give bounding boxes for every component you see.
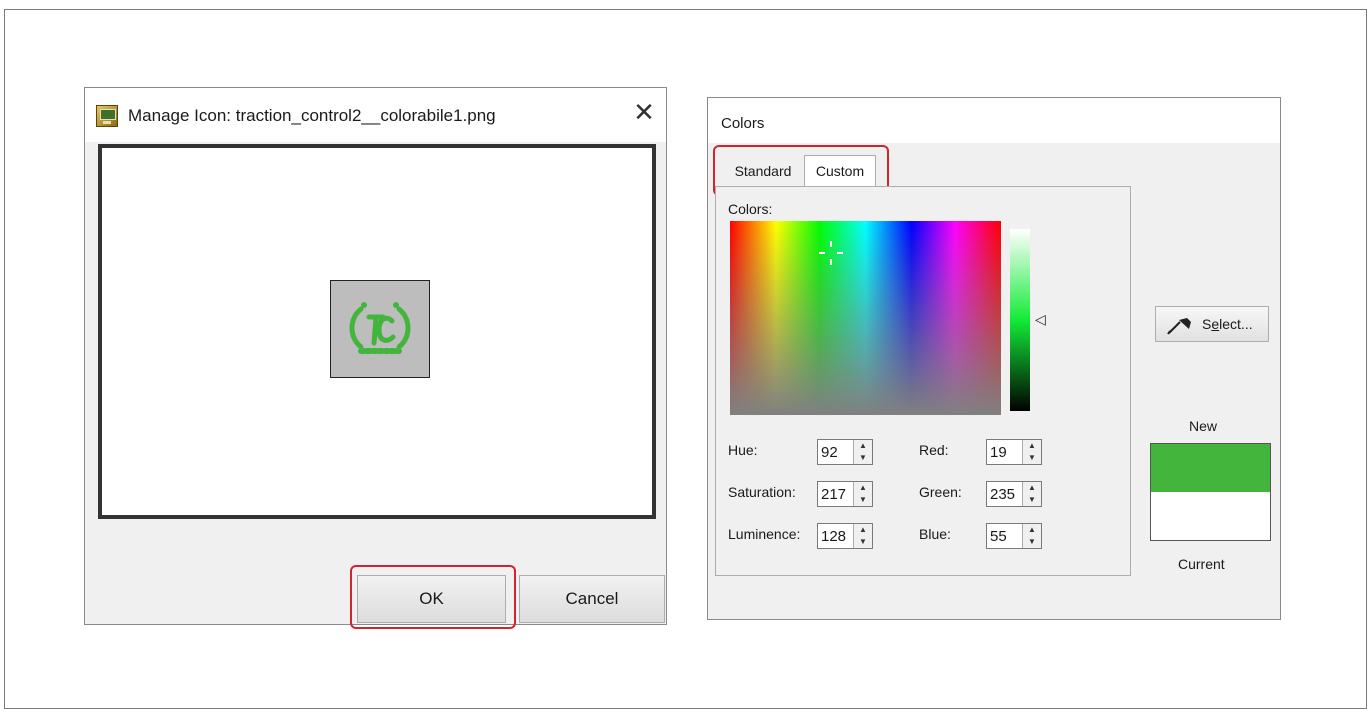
blue-stepper[interactable]: 55 ▲ ▼ (986, 523, 1042, 549)
luminence-value[interactable]: 128 (821, 528, 846, 545)
current-color-label: Current (1178, 556, 1225, 572)
red-value[interactable]: 19 (990, 444, 1007, 461)
spin-arrows-icon[interactable]: ▲ ▼ (853, 482, 872, 506)
red-stepper[interactable]: 19 ▲ ▼ (986, 439, 1042, 465)
app-icon (96, 105, 118, 127)
colors-label: Colors: (728, 201, 773, 217)
select-color-button[interactable]: Select... (1155, 306, 1269, 342)
saturation-label: Saturation: (728, 484, 796, 500)
hue-value[interactable]: 92 (821, 444, 838, 461)
icon-preview-tile (330, 280, 430, 378)
dialog-title: Colors (721, 115, 765, 132)
blue-label: Blue: (919, 526, 951, 542)
new-color-swatch (1150, 443, 1271, 492)
crosshair-icon (819, 241, 843, 265)
close-icon[interactable]: ✕ (632, 99, 656, 125)
eyedropper-icon (1167, 318, 1191, 335)
traction-control-icon (349, 302, 411, 354)
ok-button-highlight (350, 565, 516, 629)
spin-arrows-icon[interactable]: ▲ ▼ (853, 524, 872, 548)
luminance-slider[interactable] (1010, 229, 1030, 411)
spin-arrows-icon[interactable]: ▲ ▼ (1022, 524, 1041, 548)
select-button-label[interactable]: Select... (1202, 316, 1253, 332)
spin-arrows-icon[interactable]: ▲ ▼ (853, 440, 872, 464)
saturation-stepper[interactable]: 217 ▲ ▼ (817, 481, 873, 507)
green-stepper[interactable]: 235 ▲ ▼ (986, 481, 1042, 507)
custom-tab-panel: Colors: ◁ Hue: 92 ▲ ▼ Saturation: 217 ▲ ▼ … (715, 186, 1131, 576)
hue-stepper[interactable]: 92 ▲ ▼ (817, 439, 873, 465)
title-bar: Manage Icon: traction_control2__colorabi… (85, 88, 666, 142)
saturation-value[interactable]: 217 (821, 486, 846, 503)
luminence-label: Luminence: (728, 526, 801, 542)
spin-arrows-icon[interactable]: ▲ ▼ (1022, 482, 1041, 506)
blue-value[interactable]: 55 (990, 528, 1007, 545)
dialog-title: Manage Icon: traction_control2__colorabi… (128, 106, 496, 125)
title-bar: Colors (708, 98, 1280, 143)
icon-preview-area (98, 144, 656, 519)
color-spectrum[interactable] (730, 221, 1001, 415)
hue-label: Hue: (728, 442, 758, 458)
new-color-label: New (1189, 418, 1218, 434)
manage-icon-dialog: Manage Icon: traction_control2__colorabi… (84, 87, 667, 629)
cancel-button[interactable]: Cancel (519, 575, 665, 623)
green-label: Green: (919, 484, 962, 500)
green-value[interactable]: 235 (990, 486, 1015, 503)
colors-dialog: Colors Standard Custom Colors: ◁ Hue: 92… (707, 97, 1281, 620)
red-label: Red: (919, 442, 949, 458)
spin-arrows-icon[interactable]: ▲ ▼ (1022, 440, 1041, 464)
luminence-stepper[interactable]: 128 ▲ ▼ (817, 523, 873, 549)
current-color-swatch (1150, 492, 1271, 541)
luminance-arrow-icon[interactable]: ◁ (1035, 311, 1046, 328)
